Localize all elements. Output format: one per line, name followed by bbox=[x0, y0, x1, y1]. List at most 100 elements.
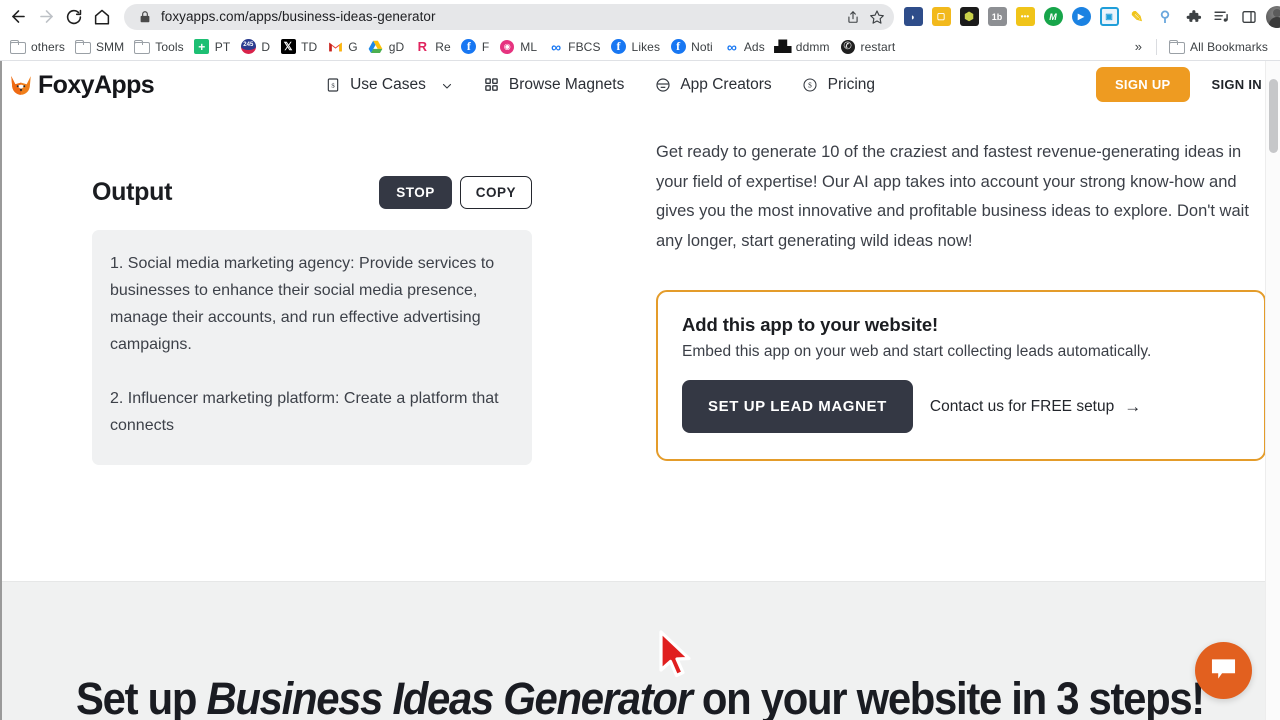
extensions-strip: ◗ ▢ ⬢ 1b ••• M ▶ ▣ ✎ ⚲ bbox=[900, 4, 1280, 30]
output-header: Output STOP COPY bbox=[92, 176, 532, 209]
facebook-icon: f bbox=[670, 39, 686, 55]
bookmark-pt[interactable]: + PT bbox=[190, 36, 237, 58]
bookmark-noti[interactable]: f Noti bbox=[666, 36, 719, 58]
steps-heading-suffix: on your website in 3 steps! bbox=[691, 673, 1205, 720]
bookmark-label: others bbox=[31, 39, 65, 54]
bookmark-others[interactable]: others bbox=[6, 36, 71, 58]
bookmark-restart[interactable]: ✆ restart bbox=[836, 36, 902, 58]
lightbulb-extension-icon[interactable]: ▢ bbox=[928, 4, 954, 30]
stop-button[interactable]: STOP bbox=[379, 176, 452, 209]
back-button[interactable] bbox=[4, 3, 32, 31]
output-textbox[interactable]: 1. Social media marketing agency: Provid… bbox=[92, 230, 532, 465]
nav-label: Use Cases bbox=[350, 75, 426, 93]
facebook-icon: f bbox=[461, 39, 477, 55]
side-panel-icon[interactable] bbox=[1236, 4, 1262, 30]
page-scrollbar[interactable] bbox=[1265, 61, 1280, 720]
svg-text:$: $ bbox=[331, 82, 335, 89]
dots-extension-icon[interactable]: ••• bbox=[1012, 4, 1038, 30]
page-title: Output bbox=[92, 178, 173, 206]
smiley-face-icon bbox=[654, 76, 671, 93]
bookmark-label: TD bbox=[301, 39, 318, 54]
avatar[interactable] bbox=[1264, 4, 1280, 30]
home-button[interactable] bbox=[88, 3, 116, 31]
bookmark-f[interactable]: f F bbox=[457, 36, 495, 58]
bookmark-smm[interactable]: SMM bbox=[71, 36, 130, 58]
chevron-down-icon[interactable] bbox=[441, 79, 453, 91]
meta-icon: ∞ bbox=[726, 38, 737, 55]
url-text: foxyapps.com/apps/business-ideas-generat… bbox=[161, 9, 436, 24]
nav-label: Pricing bbox=[827, 75, 876, 93]
bookmark-label: restart bbox=[860, 39, 896, 54]
contact-link-label: Contact us for FREE setup bbox=[929, 397, 1115, 415]
bookmark-d[interactable]: 245 D bbox=[236, 36, 276, 58]
arrow-right-icon: → bbox=[1124, 397, 1142, 416]
promo-title: Add this app to your website! bbox=[682, 314, 939, 335]
page-viewport: Output STOP COPY 1. Social media marketi… bbox=[0, 61, 1280, 720]
nav-item-pricing[interactable]: $ Pricing bbox=[802, 76, 875, 94]
reading-list-icon[interactable] bbox=[1208, 4, 1234, 30]
bookmark-td[interactable]: 𝕏 TD bbox=[276, 36, 323, 58]
bookmark-tools[interactable]: Tools bbox=[130, 36, 190, 58]
factory-icon: ▟▙ bbox=[774, 41, 792, 53]
nav-label: Browse Magnets bbox=[508, 75, 625, 93]
highlighter-extension-icon[interactable]: ✎ bbox=[1124, 4, 1150, 30]
nav-label: App Creators bbox=[680, 75, 772, 93]
meta-icon: ∞ bbox=[551, 38, 561, 55]
pocket-extension-icon[interactable]: ◗ bbox=[900, 4, 926, 30]
nav-item-browse-magnets[interactable]: Browse Magnets bbox=[483, 76, 624, 94]
r-letter-icon: R bbox=[417, 39, 427, 54]
forward-button[interactable] bbox=[32, 3, 60, 31]
bookmark-label: G bbox=[348, 39, 358, 54]
all-bookmarks-button[interactable]: All Bookmarks bbox=[1165, 36, 1274, 58]
bookmark-g[interactable]: G bbox=[323, 36, 363, 58]
contact-free-setup-link[interactable]: Contact us for FREE setup → bbox=[930, 398, 1141, 416]
bookmark-re[interactable]: R Re bbox=[410, 36, 457, 58]
two-column-layout: Output STOP COPY 1. Social media marketi… bbox=[0, 104, 1280, 465]
set-up-lead-magnet-button[interactable]: SET UP LEAD MAGNET bbox=[682, 380, 913, 433]
play-extension-icon[interactable]: ▶ bbox=[1068, 4, 1094, 30]
site-logo[interactable]: FoxyApps bbox=[8, 72, 155, 98]
hexagon-extension-icon[interactable]: ⬢ bbox=[956, 4, 982, 30]
copy-button[interactable]: COPY bbox=[459, 176, 532, 209]
bookmark-ads[interactable]: ∞ Ads bbox=[719, 36, 771, 58]
money-note-icon: $ bbox=[324, 76, 341, 93]
chat-widget-button[interactable] bbox=[1195, 642, 1252, 699]
bookmark-label: F bbox=[481, 39, 490, 54]
m-circle-extension-icon[interactable]: M bbox=[1040, 4, 1066, 30]
bookmark-likes[interactable]: f Likes bbox=[607, 36, 667, 58]
description-column: Get ready to generate 10 of the craziest… bbox=[598, 104, 1280, 465]
bookmark-ddmm[interactable]: ▟▙ ddmm bbox=[771, 36, 836, 58]
chat-bubble-icon bbox=[1210, 656, 1237, 686]
lock-icon bbox=[138, 10, 152, 24]
bookmarks-overflow-button[interactable]: » bbox=[1129, 39, 1148, 54]
bookmark-star-icon[interactable] bbox=[866, 6, 888, 28]
fox-logo-icon bbox=[8, 72, 34, 98]
bookmarks-overflow-area: » All Bookmarks bbox=[1129, 36, 1276, 58]
sign-in-link[interactable]: SIGN IN bbox=[1212, 77, 1263, 92]
lamp-extension-icon[interactable]: ⚲ bbox=[1152, 4, 1178, 30]
site-header-actions: SIGN UP SIGN IN bbox=[1095, 67, 1263, 102]
puzzle-extension-icon[interactable] bbox=[1180, 4, 1206, 30]
nav-item-use-cases[interactable]: $ Use Cases bbox=[324, 76, 453, 94]
1b-extension-icon[interactable]: 1b bbox=[984, 4, 1010, 30]
address-bar[interactable]: foxyapps.com/apps/business-ideas-generat… bbox=[124, 3, 894, 30]
steps-heading: Set up Business Ideas Generator on your … bbox=[45, 582, 1235, 720]
bookmark-label: Noti bbox=[691, 39, 713, 54]
scrollbar-thumb[interactable] bbox=[1269, 79, 1278, 153]
sign-up-button[interactable]: SIGN UP bbox=[1095, 67, 1190, 102]
site-nav: $ Use Cases Browse Magnets App Creators bbox=[324, 76, 875, 94]
screenshot-extension-icon[interactable]: ▣ bbox=[1096, 4, 1122, 30]
all-bookmarks-label: All Bookmarks bbox=[1190, 39, 1268, 54]
bookmark-label: PT bbox=[214, 39, 231, 54]
dollar-circle-icon: $ bbox=[802, 76, 819, 93]
output-generated-text: 1. Social media marketing agency: Provid… bbox=[110, 255, 499, 434]
bookmark-gd[interactable]: gD bbox=[364, 36, 411, 58]
reload-button[interactable] bbox=[60, 3, 88, 31]
bookmark-fbcs[interactable]: ∞ FBCS bbox=[543, 36, 606, 58]
share-tab-icon[interactable] bbox=[842, 6, 864, 28]
nav-item-app-creators[interactable]: App Creators bbox=[654, 75, 772, 94]
bookmark-ml[interactable]: ◉ ML bbox=[495, 36, 543, 58]
lead-magnet-promo-box: Add this app to your website! Embed this… bbox=[656, 290, 1266, 461]
folder-icon bbox=[1169, 39, 1185, 55]
app-description: Get ready to generate 10 of the craziest… bbox=[656, 143, 1249, 250]
